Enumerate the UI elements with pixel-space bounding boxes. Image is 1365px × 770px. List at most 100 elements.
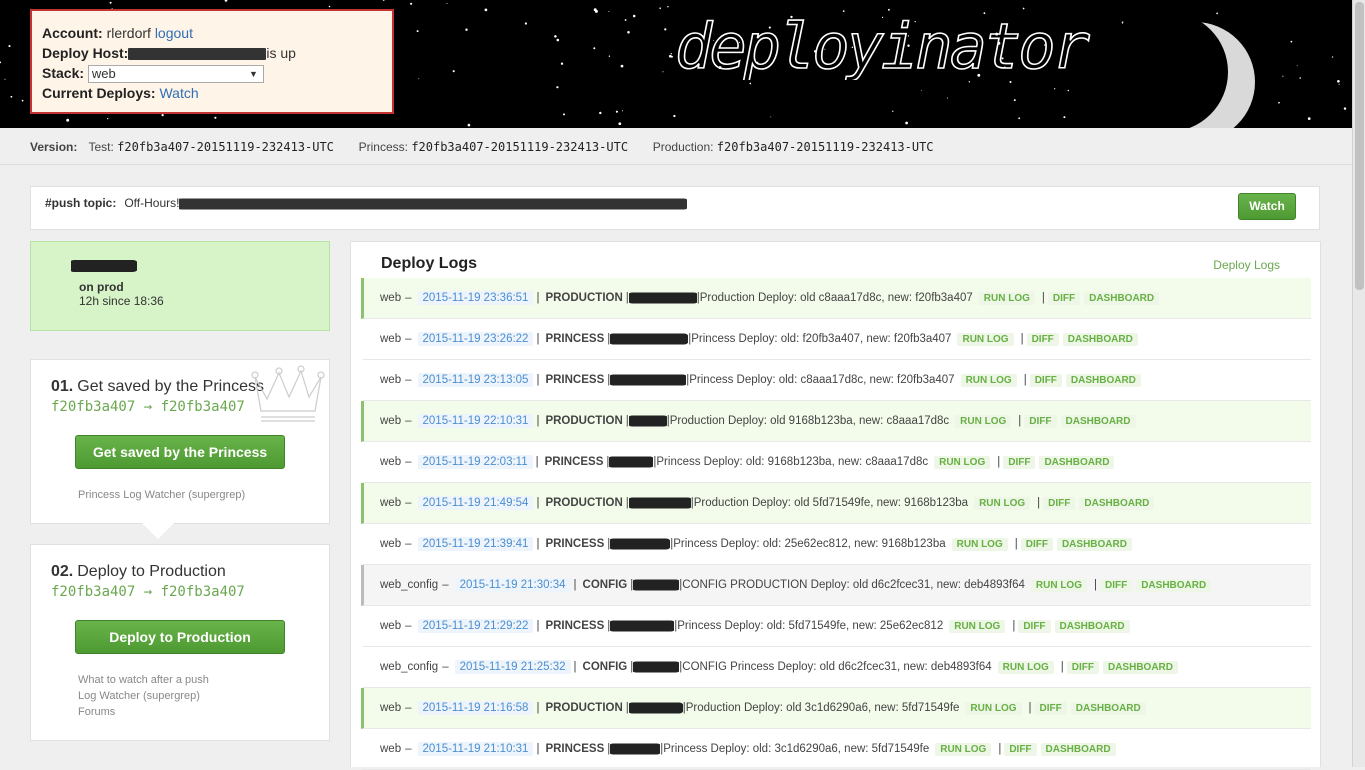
log-timestamp[interactable]: 2015-11-19 23:13:05	[417, 373, 534, 387]
deploy-logs-link[interactable]: Deploy Logs	[1213, 258, 1280, 272]
star	[627, 30, 630, 34]
deploy-log-row: web –2015-11-19 21:16:58 | PRODUCTION | | Prod…	[361, 688, 1311, 729]
topic-watch-button[interactable]: Watch	[1238, 193, 1296, 220]
dashboard-link[interactable]: DASHBOARD	[1136, 578, 1212, 592]
stack-label: Stack:	[42, 65, 85, 81]
diff-link[interactable]: DIFF	[1020, 537, 1053, 551]
run-log-link[interactable]: RUN LOG	[960, 373, 1017, 387]
star	[452, 70, 455, 73]
log-stage: PRODUCTION	[545, 415, 623, 427]
deploy-host-status: is up	[266, 45, 296, 61]
diff-link[interactable]: DIFF	[1043, 496, 1076, 510]
diff-link[interactable]: DIFF	[1004, 742, 1037, 756]
dashboard-link[interactable]: DASHBOARD	[1056, 537, 1132, 551]
dashboard-link[interactable]: DASHBOARD	[1039, 455, 1115, 469]
diff-link[interactable]: DIFF	[1003, 455, 1036, 469]
star	[109, 1, 112, 4]
star	[554, 35, 557, 38]
page-scrollbar[interactable]	[1352, 0, 1365, 767]
star	[418, 78, 420, 80]
run-log-link[interactable]: RUN LOG	[949, 619, 1006, 633]
run-log-link[interactable]: RUN LOG	[997, 660, 1054, 674]
production-deploy-button[interactable]: Deploy to Production	[75, 620, 285, 654]
dashboard-link[interactable]: DASHBOARD	[1054, 619, 1130, 633]
dashboard-link[interactable]: DASHBOARD	[1079, 496, 1155, 510]
star	[1343, 107, 1347, 110]
star	[1338, 83, 1340, 85]
logout-link[interactable]: logout	[155, 25, 193, 41]
forums-link[interactable]: Forums	[78, 704, 209, 720]
redacted-user	[610, 333, 689, 345]
run-log-link[interactable]: RUN LOG	[1030, 578, 1087, 592]
log-timestamp[interactable]: 2015-11-19 22:10:31	[417, 414, 534, 428]
star	[556, 38, 560, 42]
star	[608, 11, 610, 12]
deploy-log-row: web_config –2015-11-19 21:25:32 | CONFIG | | C…	[361, 647, 1311, 688]
run-log-link[interactable]: RUN LOG	[934, 455, 991, 469]
run-log-link[interactable]: RUN LOG	[965, 701, 1022, 715]
star	[618, 122, 622, 126]
star	[0, 61, 2, 64]
log-timestamp[interactable]: 2015-11-19 21:39:41	[417, 537, 534, 551]
diff-link[interactable]: DIFF	[1029, 373, 1062, 387]
dashboard-link[interactable]: DASHBOARD	[1065, 373, 1141, 387]
star	[1009, 80, 1012, 84]
log-timestamp[interactable]: 2015-11-19 23:26:22	[417, 332, 534, 346]
star	[892, 110, 894, 112]
dashboard-link[interactable]: DASHBOARD	[1070, 701, 1146, 715]
dashboard-link[interactable]: DASHBOARD	[1084, 291, 1160, 305]
current-deploys-watch-link[interactable]: Watch	[159, 85, 198, 101]
log-timestamp[interactable]: 2015-11-19 22:03:11	[417, 455, 533, 469]
run-log-link[interactable]: RUN LOG	[935, 742, 992, 756]
log-timestamp[interactable]: 2015-11-19 21:16:58	[417, 701, 534, 715]
dashboard-link[interactable]: DASHBOARD	[1060, 414, 1136, 428]
star	[467, 123, 471, 127]
log-timestamp[interactable]: 2015-11-19 21:10:31	[417, 742, 534, 756]
dashboard-link[interactable]: DASHBOARD	[1040, 742, 1116, 756]
star	[608, 55, 611, 57]
star	[1331, 56, 1334, 58]
step2-number: 02.	[51, 563, 74, 580]
diff-link[interactable]: DIFF	[1018, 619, 1051, 633]
run-log-link[interactable]: RUN LOG	[978, 291, 1035, 305]
star	[1307, 117, 1311, 120]
log-watcher-link[interactable]: Log Watcher (supergrep)	[78, 688, 209, 704]
test-version: f20fb3a407-20151119-232413-UTC	[117, 140, 334, 154]
diff-link[interactable]: DIFF	[1034, 701, 1067, 715]
log-timestamp[interactable]: 2015-11-19 21:49:54	[417, 496, 534, 510]
run-log-link[interactable]: RUN LOG	[957, 332, 1014, 346]
log-timestamp[interactable]: 2015-11-19 21:30:34	[454, 578, 571, 592]
princess-label: Princess:	[358, 140, 408, 154]
diff-link[interactable]: DIFF	[1099, 578, 1133, 592]
production-version: f20fb3a407-20151119-232413-UTC	[716, 140, 934, 154]
what-to-watch-link[interactable]: What to watch after a push	[78, 672, 209, 688]
star	[328, 5, 331, 8]
scrollbar-thumb[interactable]	[1355, 2, 1364, 290]
log-timestamp[interactable]: 2015-11-19 21:25:32	[454, 660, 571, 674]
star	[770, 116, 772, 118]
run-log-link[interactable]: RUN LOG	[951, 537, 1008, 551]
log-stack: web	[380, 743, 402, 755]
diff-link[interactable]: DIFF	[1066, 660, 1099, 674]
account-label: Account:	[42, 25, 103, 41]
diff-link[interactable]: DIFF	[1047, 291, 1081, 305]
princess-log-watcher-link[interactable]: Princess Log Watcher (supergrep)	[78, 487, 245, 503]
step2-commit-range: f20fb3a407 → f20fb3a407	[51, 584, 245, 600]
diff-link[interactable]: DIFF	[1026, 332, 1059, 346]
log-stage: CONFIG	[582, 661, 628, 673]
dashboard-link[interactable]: DASHBOARD	[1102, 660, 1178, 674]
star	[905, 121, 908, 125]
dashboard-link[interactable]: DASHBOARD	[1062, 332, 1138, 346]
stack-select[interactable]: web ▼	[87, 65, 264, 84]
deploy-log-row: web –2015-11-19 21:49:54 | PRODUCTION | | Prod…	[361, 483, 1311, 524]
deploy-log-row: web –2015-11-19 21:39:41 | PRINCESS | | Prince…	[361, 524, 1311, 565]
princess-deploy-button[interactable]: Get saved by the Princess	[75, 435, 285, 469]
log-timestamp[interactable]: 2015-11-19 21:29:22	[417, 619, 534, 633]
run-log-link[interactable]: RUN LOG	[974, 496, 1031, 510]
diff-link[interactable]: DIFF	[1024, 414, 1057, 428]
run-log-link[interactable]: RUN LOG	[955, 414, 1012, 428]
log-stage: PRODUCTION	[545, 497, 623, 509]
redacted-user	[633, 579, 680, 591]
log-message: Princess Deploy: old: c8aaa17d8c, new: f…	[689, 374, 955, 386]
log-timestamp[interactable]: 2015-11-19 23:36:51	[417, 291, 534, 305]
